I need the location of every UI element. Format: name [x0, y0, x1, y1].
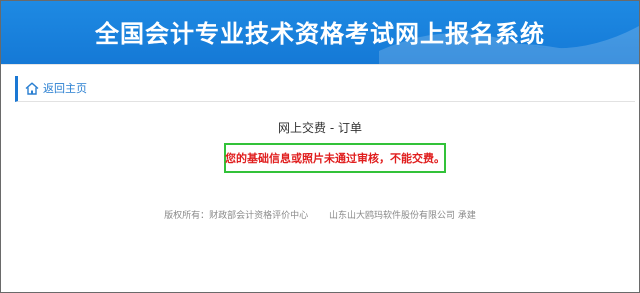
- home-link-label: 返回主页: [43, 82, 87, 95]
- footer-builder: 山东山大鸥玛软件股份有限公司 承建: [329, 211, 476, 221]
- home-link[interactable]: 返回主页: [25, 80, 87, 96]
- header-banner: 全国会计专业技术资格考试网上报名系统: [1, 1, 639, 64]
- system-title: 全国会计专业技术资格考试网上报名系统: [95, 20, 545, 48]
- header-divider: [1, 64, 639, 65]
- page-frame: 全国会计专业技术资格考试网上报名系统 返回主页 网上交费 - 订单 您的基础信息…: [0, 0, 640, 293]
- notice-box: 您的基础信息或照片未通过审核，不能交费。: [224, 143, 446, 173]
- page-title: 网上交费 - 订单: [278, 121, 362, 135]
- footer: 版权所有：财政部会计资格评价中心 山东山大鸥玛软件股份有限公司 承建: [1, 208, 639, 221]
- breadcrumb-bar: 返回主页: [15, 76, 635, 102]
- home-icon: [25, 82, 39, 95]
- notice-message: 您的基础信息或照片未通过审核，不能交费。: [225, 152, 445, 165]
- footer-copyright: 版权所有：财政部会计资格评价中心: [164, 211, 309, 221]
